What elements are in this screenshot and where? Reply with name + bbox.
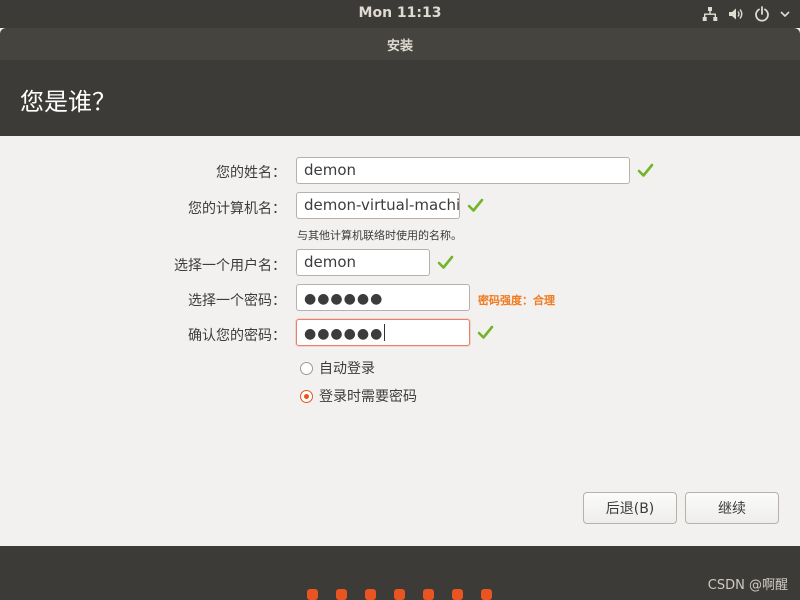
name-input[interactable]: demon	[296, 157, 630, 184]
computer-name-label: 您的计算机名：	[188, 201, 286, 217]
confirm-password-label: 确认您的密码：	[188, 328, 286, 344]
chevron-down-icon[interactable]	[780, 9, 790, 19]
auto-login-label: 自动登录	[319, 361, 375, 377]
name-valid-check-icon	[637, 163, 654, 177]
network-icon[interactable]	[702, 6, 718, 22]
username-input[interactable]: demon	[296, 249, 430, 276]
confirm-password-value: ●●●●●●	[304, 326, 384, 342]
power-icon[interactable]	[754, 6, 770, 22]
window-titlebar[interactable]: 安装	[0, 28, 800, 60]
require-password-label: 登录时需要密码	[319, 389, 417, 405]
password-input[interactable]: ●●●●●●	[296, 284, 470, 311]
page-title: 您是谁？	[20, 88, 116, 116]
auto-login-radio[interactable]	[300, 361, 313, 375]
volume-icon[interactable]	[728, 6, 744, 22]
continue-button[interactable]: 继续	[685, 492, 779, 524]
text-caret	[384, 324, 386, 341]
progress-step	[336, 589, 347, 600]
username-label: 选择一个用户名：	[174, 258, 286, 274]
require-password-option[interactable]: 登录时需要密码	[300, 386, 417, 406]
watermark: CSDN @啊醒	[707, 578, 788, 593]
auto-login-option[interactable]: 自动登录	[300, 358, 375, 378]
username-valid-check-icon	[437, 255, 454, 269]
page-header: 您是谁？	[0, 60, 800, 136]
password-label: 选择一个密码：	[188, 293, 286, 309]
install-progress	[307, 589, 492, 600]
back-button[interactable]: 后退(B)	[583, 492, 677, 524]
password-value: ●●●●●●	[304, 291, 384, 307]
progress-step	[452, 589, 463, 600]
require-password-radio[interactable]	[300, 389, 313, 403]
name-label: 您的姓名：	[216, 165, 286, 181]
name-value: demon	[304, 161, 357, 179]
username-value: demon	[304, 253, 357, 271]
progress-step	[423, 589, 434, 600]
window-title: 安装	[386, 39, 413, 54]
clock[interactable]: Mon 11:13	[0, 5, 800, 21]
computer-name-input[interactable]: demon-virtual-machine	[296, 192, 460, 219]
progress-step	[307, 589, 318, 600]
computer-name-value: demon-virtual-machine	[304, 196, 460, 214]
computer-name-hint: 与其他计算机联络时使用的名称。	[297, 229, 462, 242]
user-form: 您的姓名： demon 您的计算机名： demon-virtual-machin…	[0, 136, 800, 546]
progress-step	[394, 589, 405, 600]
footer: CSDN @啊醒	[0, 546, 800, 600]
progress-step	[481, 589, 492, 600]
system-tray[interactable]	[702, 4, 790, 24]
top-panel: Mon 11:13	[0, 0, 800, 28]
computer-name-valid-check-icon	[467, 198, 484, 212]
password-strength: 密码强度：合理	[478, 294, 555, 307]
confirm-password-input[interactable]: ●●●●●●	[296, 319, 470, 346]
progress-step	[365, 589, 376, 600]
confirm-password-valid-check-icon	[477, 325, 494, 339]
